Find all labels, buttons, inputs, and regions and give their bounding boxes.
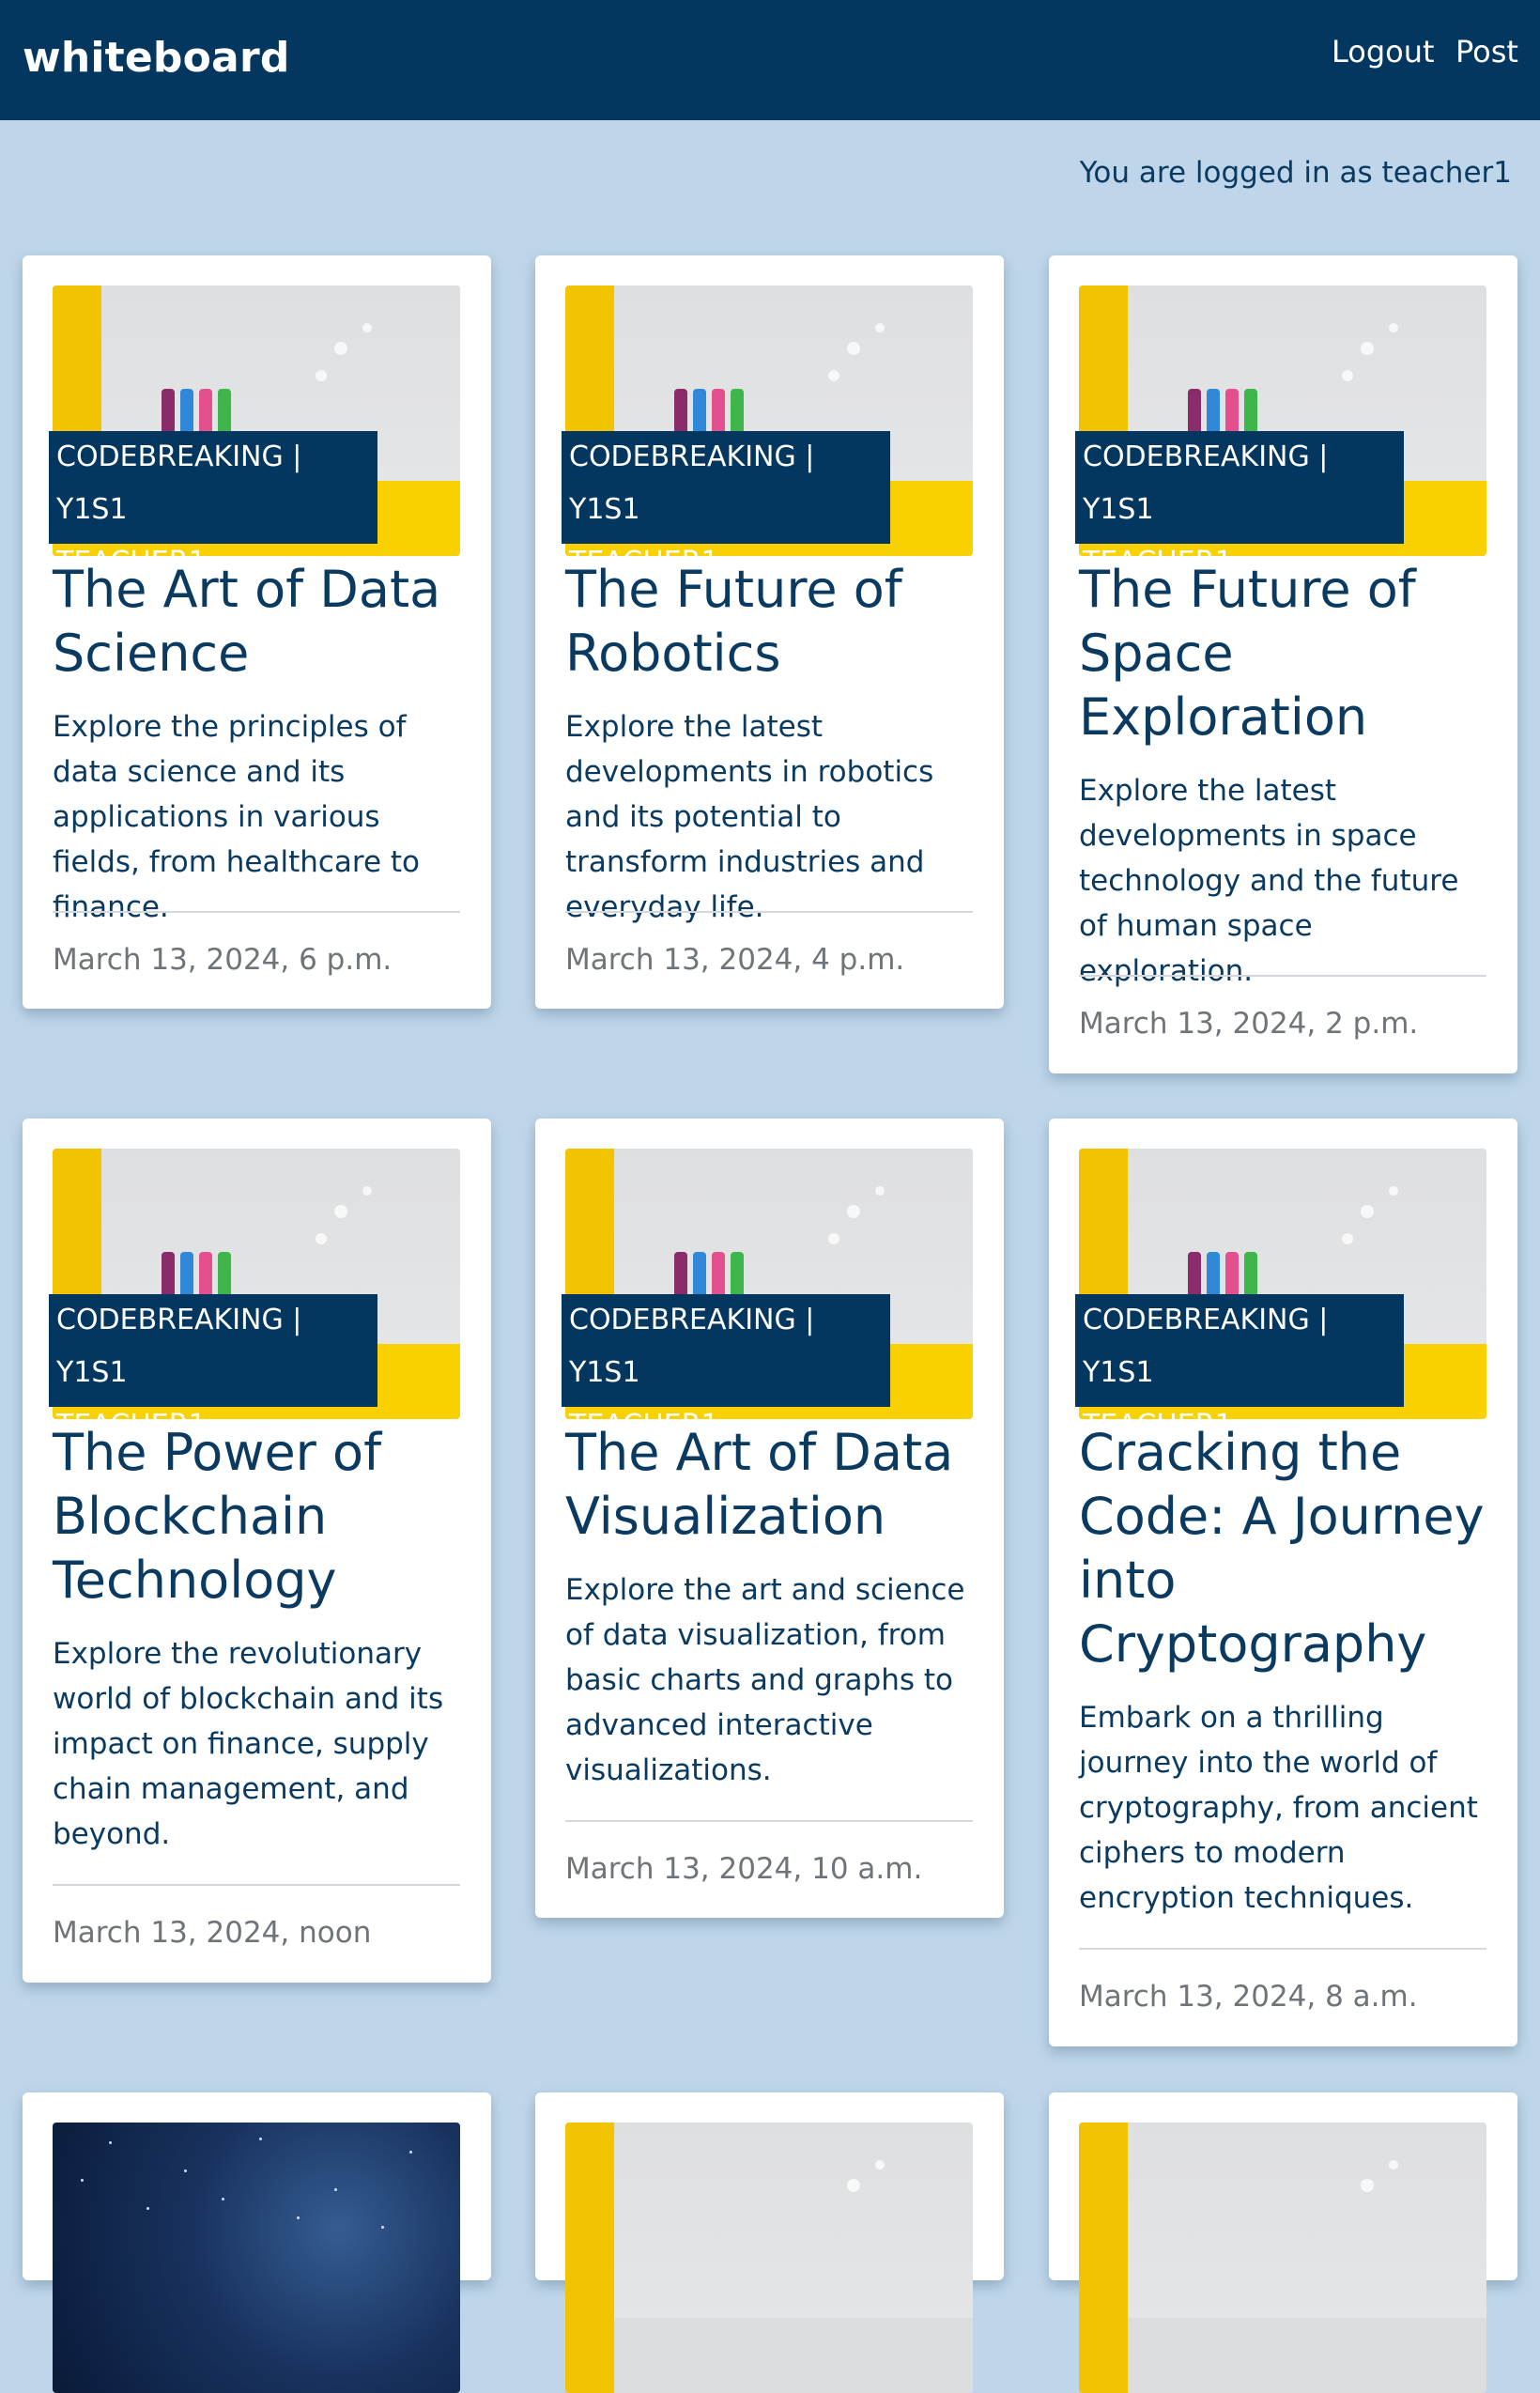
course-badge: CODEBREAKING | Y1S1 TEACHER1 — [1075, 1294, 1404, 1442]
brand-logo[interactable]: whiteboard — [23, 34, 290, 82]
post-description: Explore the revolutionary world of block… — [53, 1637, 444, 1851]
course-label: CODEBREAKING | Y1S1 — [1083, 1304, 1329, 1389]
post-title[interactable]: The Future of Space Exploration — [1079, 558, 1492, 749]
post-thumbnail — [565, 2123, 973, 2393]
divider — [1079, 975, 1486, 977]
post-date: March 13, 2024, 10 a.m. — [565, 1852, 923, 1886]
course-label: CODEBREAKING | Y1S1 — [56, 1304, 302, 1389]
post-thumbnail — [1079, 2123, 1486, 2393]
post-description: Explore the principles of data science a… — [53, 710, 421, 924]
divider — [565, 911, 973, 913]
post-card[interactable]: CODEBREAKING | Y1S1 TEACHER1 The Art of … — [23, 255, 491, 1009]
post-description: Explore the latest developments in space… — [1079, 774, 1459, 988]
login-status: You are logged in as teacher1 — [1079, 156, 1512, 190]
post-title[interactable]: The Power of Blockchain Technology — [53, 1421, 466, 1613]
divider — [1079, 1948, 1486, 1950]
course-badge: CODEBREAKING | Y1S1 TEACHER1 — [562, 431, 890, 579]
post-title[interactable]: Cracking the Code: A Journey into Crypto… — [1079, 1421, 1492, 1676]
post-card[interactable] — [535, 2092, 1004, 2393]
course-badge: CODEBREAKING | Y1S1 TEACHER1 — [49, 1294, 377, 1442]
logout-link[interactable]: Logout — [1332, 34, 1435, 69]
post-card[interactable] — [1049, 2092, 1517, 2393]
course-badge: CODEBREAKING | Y1S1 TEACHER1 — [562, 1294, 890, 1442]
post-title[interactable]: The Future of Robotics — [565, 558, 978, 686]
post-date: March 13, 2024, noon — [53, 1916, 372, 1950]
post-card[interactable]: CODEBREAKING | Y1S1 TEACHER1 The Power o… — [23, 1119, 491, 1983]
post-card[interactable]: CODEBREAKING | Y1S1 TEACHER1 The Future … — [535, 255, 1004, 1009]
course-badge: CODEBREAKING | Y1S1 TEACHER1 — [1075, 431, 1404, 579]
divider — [565, 1820, 973, 1822]
post-card[interactable] — [23, 2092, 491, 2393]
course-label: CODEBREAKING | Y1S1 — [569, 1304, 815, 1389]
post-description: Explore the art and science of data visu… — [565, 1573, 965, 1787]
post-date: March 13, 2024, 4 p.m. — [565, 943, 905, 977]
post-card[interactable]: CODEBREAKING | Y1S1 TEACHER1 The Art of … — [535, 1119, 1004, 1918]
post-date: March 13, 2024, 8 a.m. — [1079, 1980, 1418, 2014]
post-date: March 13, 2024, 6 p.m. — [53, 943, 393, 977]
post-card[interactable]: CODEBREAKING | Y1S1 TEACHER1 Cracking th… — [1049, 1119, 1517, 2046]
post-card[interactable]: CODEBREAKING | Y1S1 TEACHER1 The Future … — [1049, 255, 1517, 1073]
post-title[interactable]: The Art of Data Science — [53, 558, 466, 686]
divider — [53, 911, 460, 913]
post-description: Embark on a thrilling journey into the w… — [1079, 1701, 1478, 1915]
post-thumbnail — [53, 2123, 460, 2393]
navbar: whiteboard Logout Post — [0, 0, 1540, 120]
course-label: CODEBREAKING | Y1S1 — [569, 440, 815, 526]
course-label: CODEBREAKING | Y1S1 — [56, 440, 302, 526]
divider — [53, 1884, 460, 1886]
post-description: Explore the latest developments in robot… — [565, 710, 934, 924]
post-date: March 13, 2024, 2 p.m. — [1079, 1007, 1419, 1041]
post-title[interactable]: The Art of Data Visualization — [565, 1421, 978, 1549]
course-badge: CODEBREAKING | Y1S1 TEACHER1 — [49, 431, 377, 579]
course-label: CODEBREAKING | Y1S1 — [1083, 440, 1329, 526]
post-link[interactable]: Post — [1455, 34, 1518, 69]
